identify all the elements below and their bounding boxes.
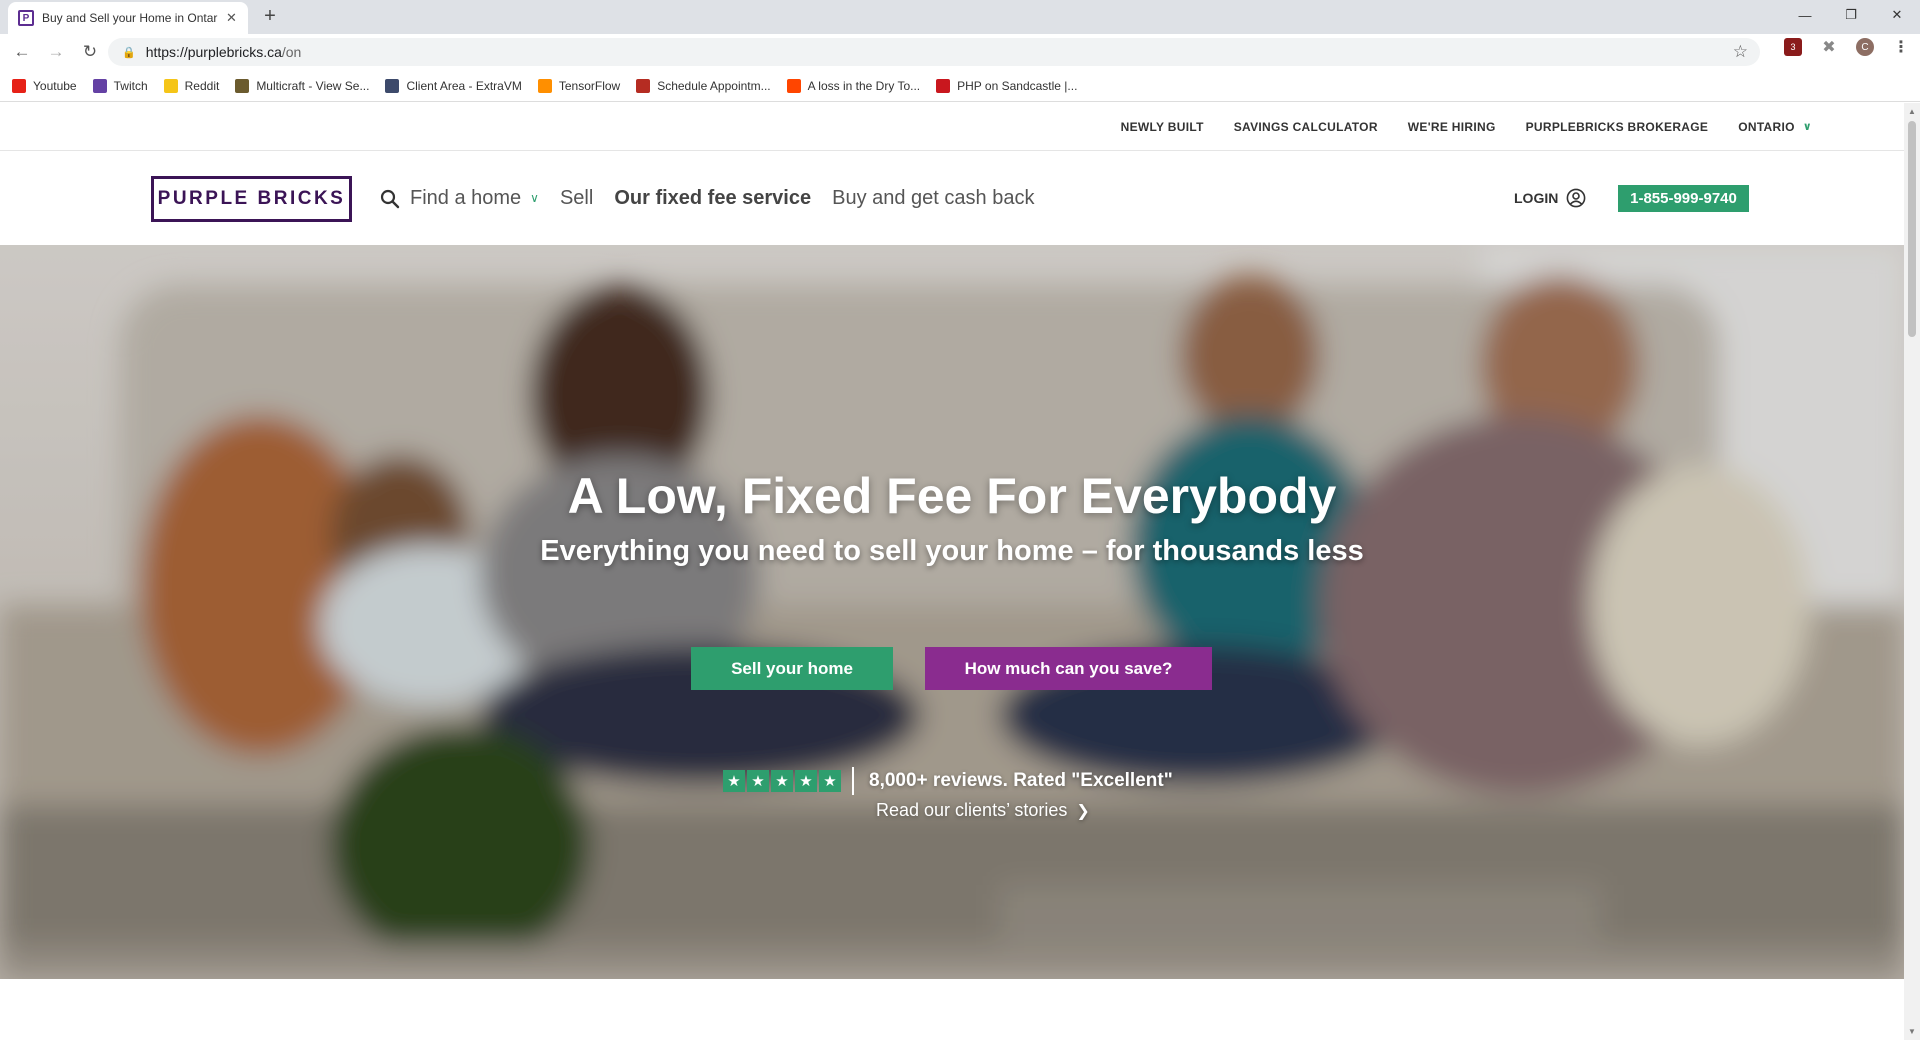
bookmark-star-icon[interactable]: ☆ [1733,42,1748,62]
search-icon[interactable] [380,189,400,209]
lock-icon: 🔒 [122,46,136,59]
client-stories-label: Read our clients’ stories [876,800,1068,820]
chevron-down-icon: ∨ [1802,121,1812,133]
scroll-down-arrow-icon[interactable]: ▼ [1908,1027,1916,1036]
bookmark-item[interactable]: Multicraft - View Se... [235,78,370,93]
close-window-button[interactable]: ✕ [1874,0,1920,30]
bookmark-label: A loss in the Dry To... [807,78,921,93]
star-icon: ★ [747,770,769,792]
utility-nav: NEWLY BUILT SAVINGS CALCULATOR WE'RE HIR… [0,103,1904,151]
extravm-icon [385,78,400,93]
bookmark-label: Client Area - ExtraVM [406,78,522,93]
bookmark-label: Reddit [184,78,220,93]
bookmarks-bar: Youtube Twitch Reddit Multicraft - View Se.… [0,70,1920,102]
hero-subtitle: Everything you need to sell your home – … [540,535,1364,567]
reddit-icon [786,78,801,93]
bookmark-item[interactable]: Twitch [92,78,148,93]
main-nav: Find a home ∨ Sell Our fixed fee service … [410,181,1055,215]
nav-find-home-label: Find a home [410,186,522,209]
star-icon: ★ [819,770,841,792]
bookmark-label: Schedule Appointm... [657,78,771,93]
region-label: ONTARIO [1738,119,1795,134]
bookmark-label: Youtube [33,78,77,93]
tensorflow-icon [537,78,552,93]
page-viewport: NEWLY BUILT SAVINGS CALCULATOR WE'RE HIR… [0,103,1904,1040]
reviews-rating-text: 8,000+ reviews. Rated "Excellent" [869,770,1173,791]
address-bar[interactable]: 🔒 https://purplebricks.ca/on ☆ [108,38,1760,66]
bookmark-item[interactable]: TensorFlow [537,78,621,93]
client-stories-link[interactable]: Read our clients’ stories ❯ [876,800,1090,821]
star-icon: ★ [723,770,745,792]
tab-title: Buy and Sell your Home in Ontar [42,11,218,25]
purplebricks-favicon-icon: P [18,10,34,26]
bookmark-label: Twitch [113,78,148,93]
chevron-down-icon: ∨ [530,190,539,205]
multicraft-icon [235,78,250,93]
url-text: https://purplebricks.ca/on [146,44,302,60]
nav-sell[interactable]: Sell [560,187,593,210]
url-host: https://purplebricks.ca [145,44,282,60]
folder-icon [163,78,178,93]
schedule-icon [636,78,651,93]
bookmark-label: PHP on Sandcastle |... [957,78,1078,93]
close-tab-icon[interactable]: ✕ [226,10,237,26]
forward-button[interactable]: → [44,40,68,64]
chevron-right-icon: ❯ [1076,802,1090,820]
phone-button[interactable]: 1-855-999-9740 [1618,185,1749,212]
browser-tab-strip: P Buy and Sell your Home in Ontar ✕ + — … [0,0,1920,34]
window-controls: — ❐ ✕ [1782,0,1920,30]
sell-your-home-button[interactable]: Sell your home [691,647,893,690]
bookmark-item[interactable]: Youtube [12,78,77,93]
hero-title: A Low, Fixed Fee For Everybody [567,468,1337,524]
reload-button[interactable]: ↻ [78,40,102,64]
util-link-savings-calculator[interactable]: SAVINGS CALCULATOR [1234,120,1378,134]
twitch-icon [92,78,107,93]
util-link-brokerage[interactable]: PURPLEBRICKS BROKERAGE [1526,120,1709,134]
bookmark-item[interactable]: Client Area - ExtraVM [385,78,522,93]
util-link-newly-built[interactable]: NEWLY BUILT [1121,120,1204,134]
hero-section: A Low, Fixed Fee For Everybody Everythin… [0,245,1904,979]
nav-fixed-fee[interactable]: Our fixed fee service [614,187,811,210]
scrollbar-thumb[interactable] [1908,121,1916,337]
bookmark-item[interactable]: Schedule Appointm... [636,78,771,93]
reviews-divider [852,767,854,795]
browser-tab[interactable]: P Buy and Sell your Home in Ontar ✕ [8,2,248,34]
region-selector[interactable]: ONTARIO ∨ [1738,120,1812,134]
url-path: /on [281,44,302,60]
hero-overlay [0,245,1904,979]
minimize-button[interactable]: — [1782,0,1828,30]
bookmark-label: TensorFlow [558,78,621,93]
profile-avatar[interactable]: C [1856,38,1874,56]
extension-icons: 3 ✖ C ⋮ [1784,38,1910,56]
purplebricks-logo[interactable]: PURPLE BRICKS [151,176,352,222]
nav-cash-back[interactable]: Buy and get cash back [832,187,1034,210]
browser-toolbar: ← → ↻ 🔒 https://purplebricks.ca/on ☆ 3 ✖… [0,34,1920,70]
util-link-hiring[interactable]: WE'RE HIRING [1408,120,1496,134]
menu-dots-icon[interactable]: ⋮ [1892,38,1910,56]
page-scrollbar[interactable]: ▲ ▼ [1904,103,1920,1040]
bookmark-item[interactable]: Reddit [163,78,220,93]
bookmark-item[interactable]: A loss in the Dry To... [786,78,921,93]
youtube-icon [12,78,26,93]
star-icon: ★ [771,770,793,792]
how-much-save-button[interactable]: How much can you save? [925,647,1212,690]
user-icon [1566,188,1586,208]
trustpilot-stars: ★ ★ ★ ★ ★ [723,770,841,792]
back-button[interactable]: ← [10,40,34,64]
star-icon: ★ [795,770,817,792]
shield-extension-icon[interactable]: 3 [1784,38,1802,56]
nav-find-home[interactable]: Find a home ∨ [410,187,539,210]
login-link[interactable]: LOGIN [1514,188,1586,208]
main-header: PURPLE BRICKS Find a home ∨ Sell Our fixe… [0,151,1904,245]
scroll-up-arrow-icon[interactable]: ▲ [1908,107,1916,116]
bookmark-item[interactable]: PHP on Sandcastle |... [936,78,1078,93]
restore-button[interactable]: ❐ [1828,0,1874,30]
new-tab-button[interactable]: + [258,5,282,28]
puzzle-extension-icon[interactable]: ✖ [1820,38,1838,56]
bookmark-label: Multicraft - View Se... [256,78,370,93]
b-icon [936,78,951,93]
login-label: LOGIN [1514,190,1559,206]
